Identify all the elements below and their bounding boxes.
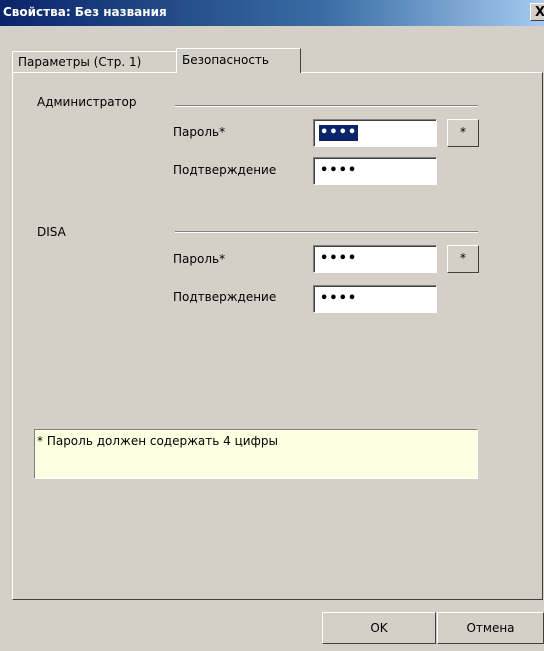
admin-confirm-label: Подтверждение — [173, 163, 277, 177]
admin-divider — [175, 105, 478, 107]
title-bar: Свойства: Без названия X — [0, 0, 544, 26]
cancel-button[interactable]: Отмена — [437, 612, 544, 644]
admin-generate-button[interactable]: * — [447, 119, 479, 147]
tab-parameters[interactable]: Параметры (Стр. 1) — [12, 51, 177, 72]
disa-password-label: Пароль* — [173, 252, 226, 266]
disa-confirm-input[interactable]: •••• — [313, 285, 437, 313]
disa-divider — [175, 231, 478, 233]
close-button[interactable]: X — [530, 3, 544, 21]
disa-generate-button[interactable]: * — [447, 245, 479, 273]
disa-confirm-label: Подтверждение — [173, 290, 277, 304]
disa-password-value: •••• — [320, 251, 358, 266]
tab-security[interactable]: Безопасность — [176, 48, 301, 73]
ok-button[interactable]: OK — [322, 612, 436, 644]
password-hint-note: * Пароль должен содержать 4 цифры — [34, 429, 478, 479]
disa-password-input[interactable]: •••• — [313, 245, 437, 273]
disa-group-label: DISA — [37, 225, 66, 239]
admin-password-input[interactable]: •••• — [313, 119, 437, 147]
admin-group-label: Администратор — [37, 95, 137, 109]
disa-confirm-value: •••• — [320, 291, 358, 306]
security-tab-panel — [12, 72, 543, 600]
window-title: Свойства: Без названия — [3, 5, 167, 19]
close-icon: X — [535, 5, 544, 20]
admin-password-label: Пароль* — [173, 125, 226, 139]
admin-confirm-input[interactable]: •••• — [313, 157, 437, 185]
admin-confirm-value: •••• — [320, 163, 358, 178]
admin-password-value: •••• — [319, 125, 359, 141]
